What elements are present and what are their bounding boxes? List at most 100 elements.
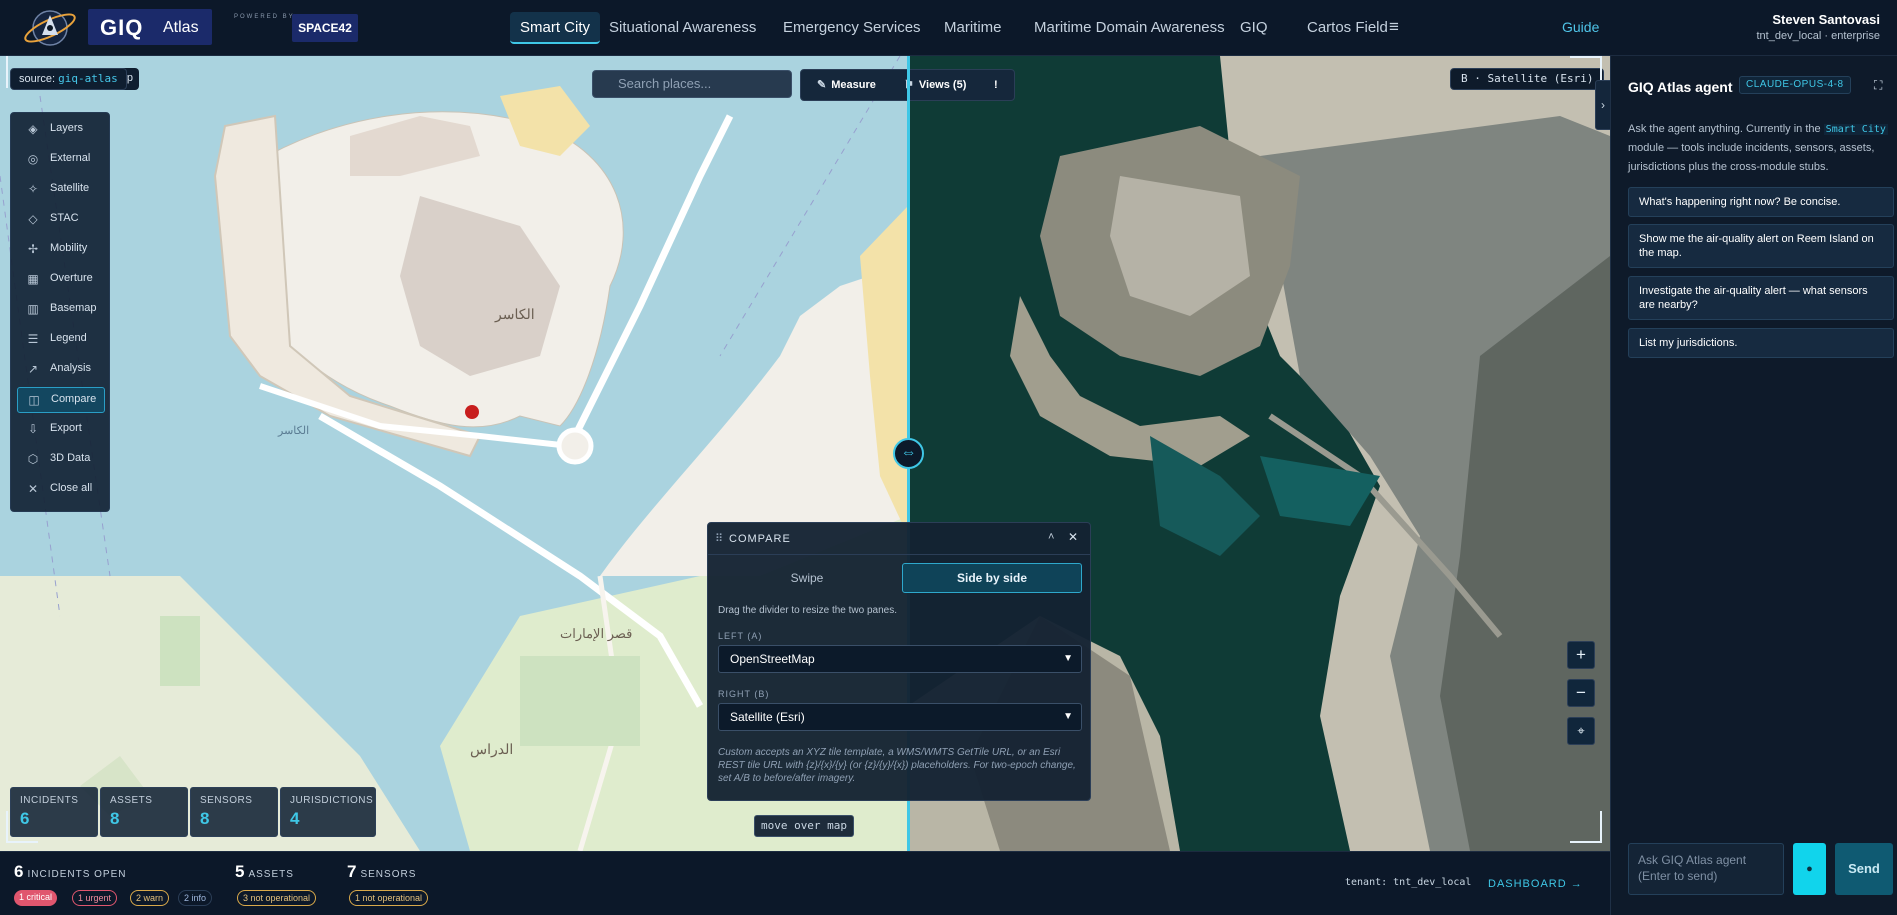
- hamburger-icon[interactable]: ≡: [1389, 17, 1399, 37]
- tool-label: 3D Data: [50, 452, 91, 464]
- tool-layers[interactable]: ◈ Layers: [17, 117, 105, 143]
- tab-emergency-services[interactable]: Emergency Services: [773, 12, 931, 44]
- tool-analysis[interactable]: ↗ Analysis: [17, 357, 105, 383]
- tool-compare[interactable]: ◫ Compare: [17, 387, 105, 413]
- tab-situational-awareness[interactable]: Situational Awareness: [599, 12, 766, 44]
- compare-title: COMPARE: [729, 533, 791, 545]
- atlas-logo-icon[interactable]: [22, 5, 84, 51]
- sensors-card[interactable]: SENSORS 8: [190, 787, 278, 837]
- tab-maritime[interactable]: Maritime: [934, 12, 1012, 44]
- tool-label: Basemap: [50, 302, 97, 314]
- map-label: قصر الإمارات: [560, 626, 633, 641]
- left-layer-label: LEFT (A): [718, 631, 763, 641]
- left-layer-select[interactable]: OpenStreetMap ▼: [718, 645, 1082, 673]
- jurisdictions-card[interactable]: JURISDICTIONS 4: [280, 787, 376, 837]
- tool-satellite[interactable]: ✧ Satellite: [17, 177, 105, 203]
- map-label: الكاسر: [495, 306, 535, 322]
- assets-card[interactable]: ASSETS 8: [100, 787, 188, 837]
- sensors-not-operational-badge[interactable]: 1 not operational: [349, 890, 429, 906]
- right-layer-label: RIGHT (B): [718, 689, 770, 699]
- locate-icon[interactable]: ⌖: [1567, 717, 1595, 745]
- send-button[interactable]: Send: [1835, 843, 1893, 895]
- dashboard-link[interactable]: DASHBOARD →: [1488, 878, 1583, 890]
- agent-suggestion[interactable]: Investigate the air-quality alert — what…: [1628, 276, 1894, 320]
- critical-badge[interactable]: 1 critical: [14, 890, 58, 906]
- sensors-count: 7: [347, 862, 357, 881]
- tab-cartos-field[interactable]: Cartos Field: [1297, 12, 1398, 44]
- brand-name: GIQ: [100, 15, 144, 40]
- tool-mobility[interactable]: ✢ Mobility: [17, 237, 105, 263]
- stat-value: 8: [200, 809, 210, 828]
- measure-button[interactable]: ✎ Measure: [817, 70, 876, 100]
- views-button[interactable]: ⚑Views (5): [904, 70, 966, 100]
- tool-label: Export: [50, 422, 82, 434]
- stat-label: SENSORS: [200, 795, 253, 806]
- agent-message-input[interactable]: Ask GIQ Atlas agent (Enter to send): [1628, 843, 1784, 895]
- list-icon: ☰: [27, 332, 39, 346]
- top-nav-bar: GIQ Atlas POWERED BY SPACE42 Smart City …: [0, 0, 1897, 56]
- divider-drag-icon[interactable]: ⇔: [893, 438, 924, 469]
- agent-collapse-icon[interactable]: ›: [1595, 80, 1611, 130]
- tool-legend[interactable]: ☰ Legend: [17, 327, 105, 353]
- right-layer-select[interactable]: Satellite (Esri) ▼: [718, 703, 1082, 731]
- drag-handle-icon[interactable]: ⠿: [715, 532, 723, 545]
- source-value: giq-atlas: [58, 72, 118, 85]
- warn-badge[interactable]: 2 warn: [130, 890, 170, 906]
- sensors-label: SENSORS: [360, 869, 417, 880]
- close-icon[interactable]: ✕: [1068, 530, 1078, 544]
- microphone-icon[interactable]: ●: [1793, 843, 1826, 895]
- agent-model-badge[interactable]: CLAUDE-OPUS-4-8: [1739, 76, 1851, 94]
- app-root: GIQ Atlas POWERED BY SPACE42 Smart City …: [0, 0, 1897, 915]
- assets-not-operational-badge[interactable]: 3 not operational: [237, 890, 317, 906]
- powered-by-label: POWERED BY: [234, 14, 295, 20]
- zoom-in-button[interactable]: +: [1567, 641, 1595, 669]
- collapse-icon[interactable]: ˄: [1048, 531, 1054, 543]
- compare-hint: Drag the divider to resize the two panes…: [718, 605, 897, 616]
- user-name[interactable]: Steven Santovasi: [1772, 12, 1880, 27]
- alert-button[interactable]: !: [994, 70, 998, 100]
- tool-label: Mobility: [50, 242, 88, 254]
- chevron-down-icon: ▼: [1063, 653, 1073, 664]
- compare-icon: ◫: [28, 393, 40, 407]
- tool-3d-data[interactable]: ⬡ 3D Data: [17, 447, 105, 473]
- tool-close-all[interactable]: ✕ Close all: [17, 477, 105, 503]
- tool-external[interactable]: ◎ External: [17, 147, 105, 173]
- frame-corner: [6, 56, 38, 88]
- map-label: الكاسر: [278, 425, 310, 437]
- cursor-coordinates: move over map: [754, 815, 854, 837]
- agent-suggestion[interactable]: Show me the air-quality alert on Reem Is…: [1628, 224, 1894, 268]
- tool-label: External: [50, 152, 91, 164]
- agent-suggestion[interactable]: List my jurisdictions.: [1628, 328, 1894, 358]
- stat-value: 4: [290, 809, 300, 828]
- side-by-side-mode-button[interactable]: Side by side: [902, 563, 1082, 593]
- place-search-input[interactable]: Search places...: [592, 70, 792, 98]
- right-layer-value: Satellite (Esri): [730, 710, 805, 724]
- zoom-out-button[interactable]: −: [1567, 679, 1595, 707]
- agent-suggestion[interactable]: What's happening right now? Be concise.: [1628, 187, 1894, 217]
- cube-icon: ⬡: [27, 452, 39, 466]
- compare-header[interactable]: ⠿ COMPARE ˄ ✕: [708, 523, 1090, 555]
- expand-icon[interactable]: ⛶: [1874, 78, 1882, 93]
- left-layer-value: OpenStreetMap: [730, 652, 815, 666]
- info-badge[interactable]: 2 info: [178, 890, 213, 906]
- tool-export[interactable]: ⇩ Export: [17, 417, 105, 443]
- incidents-card[interactable]: INCIDENTS 6: [10, 787, 98, 837]
- globe-icon: ◎: [27, 152, 39, 166]
- tool-label: STAC: [50, 212, 79, 224]
- tool-basemap[interactable]: ▥ Basemap: [17, 297, 105, 323]
- agent-intro-text: module — tools include incidents, sensor…: [1628, 142, 1875, 173]
- sensors-summary[interactable]: 7 SENSORS: [347, 862, 416, 882]
- tool-stac[interactable]: ◇ STAC: [17, 207, 105, 233]
- views-label: Views (5): [918, 79, 967, 91]
- urgent-badge[interactable]: 1 urgent: [72, 890, 118, 906]
- assets-summary[interactable]: 5 ASSETS: [235, 862, 294, 882]
- product-name: Atlas: [163, 19, 199, 36]
- tab-giq[interactable]: GIQ: [1230, 12, 1278, 44]
- tab-smart-city[interactable]: Smart City: [510, 12, 601, 44]
- guide-link[interactable]: Guide: [1562, 19, 1599, 35]
- swipe-mode-button[interactable]: Swipe: [718, 563, 896, 593]
- tool-overture[interactable]: ▦ Overture: [17, 267, 105, 293]
- tool-label: Analysis: [50, 362, 91, 374]
- incidents-open-summary[interactable]: 6 INCIDENTS OPEN: [14, 862, 126, 882]
- tab-maritime-domain-awareness[interactable]: Maritime Domain Awareness: [1024, 12, 1235, 44]
